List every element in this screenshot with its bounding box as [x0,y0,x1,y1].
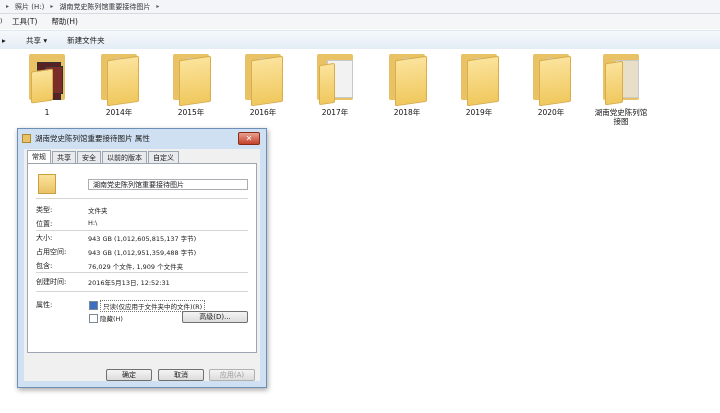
close-button[interactable]: ✕ [238,132,260,145]
type-value: 文件夹 [88,207,108,215]
ok-button[interactable]: 确定 [106,369,152,381]
breadcrumb-drive[interactable]: 照片 (H:) [15,2,44,12]
menu-arrow-icon: ) [0,18,3,25]
folder-icon [171,52,211,107]
hidden-checkbox[interactable] [89,314,98,323]
folder-item[interactable]: 2016年 [233,52,293,117]
folder-icon [22,133,31,143]
apply-button[interactable]: 应用(A) [209,369,255,381]
tab-sharing[interactable]: 共享 [52,151,76,163]
folder-label: 2016年 [249,108,277,117]
dialog-body: 常规 共享 安全 以前的版本 自定义 湖南党史陈列馆重要接待图片 类型: 文件夹… [24,149,260,381]
toolbar-arrow-icon: ▸ [2,35,6,45]
photo-folder-icon [27,52,67,104]
type-label: 类型: [36,206,53,214]
menu-tools[interactable]: 工具(T) [12,16,37,27]
size-on-disk-label: 占用空间: [36,248,67,256]
tab-previous-versions[interactable]: 以前的版本 [102,151,147,163]
tab-security[interactable]: 安全 [77,151,101,163]
document-folder-icon [601,52,641,106]
tab-customize[interactable]: 自定义 [148,151,179,163]
folder-label: 2017年 [321,108,349,117]
folder-label: 2018年 [393,108,421,117]
folder-icon [531,52,571,107]
tab-general[interactable]: 常规 [27,150,51,163]
contains-label: 包含: [36,262,53,270]
size-label: 大小: [36,234,53,242]
properties-dialog: 湖南党史陈列馆重要接待图片 属性 ✕ 常规 共享 安全 以前的版本 自定义 湖南… [17,128,267,388]
breadcrumb-folder[interactable]: 湖南党史陈列馆重要接待图片 [59,2,150,12]
folder-label: 2020年 [537,108,565,117]
folder-item[interactable]: 2017年 [305,52,365,117]
menu-bar: ) 工具(T) 帮助(H) [0,14,720,29]
advanced-button[interactable]: 高级(D)... [182,311,248,323]
folder-label: 2015年 [177,108,205,117]
folder-label: 2014年 [105,108,133,117]
readonly-checkbox[interactable] [89,301,98,310]
folder-item[interactable]: 2018年 [377,52,437,117]
folder-item[interactable]: 2020年 [521,52,581,117]
size-value: 943 GB (1,012,605,815,137 字节) [88,235,197,243]
attributes-label: 属性: [36,301,53,309]
folder-item[interactable]: 2014年 [89,52,149,117]
cancel-button[interactable]: 取消 [158,369,204,381]
folder-icon [459,52,499,107]
created-label: 创建时间: [36,278,67,286]
folder-item[interactable]: 湖南党史陈列馆 接图 [589,52,653,126]
folder-item[interactable]: 1 [17,52,77,117]
folder-icon [99,52,139,107]
size-on-disk-value: 943 GB (1,012,951,359,488 字节) [88,249,197,257]
general-panel: 湖南党史陈列馆重要接待图片 类型: 文件夹 位置: H:\ 大小: 943 GB… [27,163,257,353]
folder-icon [38,174,56,194]
hidden-label[interactable]: 隐藏(H) [100,313,123,323]
location-value: H:\ [88,219,98,227]
dialog-title: 湖南党史陈列馆重要接待图片 属性 [35,133,150,143]
contains-value: 76,029 个文件, 1,909 个文件夹 [88,263,184,271]
folder-icon [315,52,355,106]
folder-label: 湖南党史陈列馆 接图 [594,108,648,126]
folder-name-field[interactable]: 湖南党史陈列馆重要接待图片 [88,179,248,190]
chevron-right-icon: ▸ [50,3,54,10]
address-bar[interactable]: ▸ 照片 (H:) ▸ 湖南党史陈列馆重要接待图片 ▸ [0,0,720,14]
folder-icon [387,52,427,107]
folder-item[interactable]: 2019年 [449,52,509,117]
menu-help[interactable]: 帮助(H) [51,16,78,27]
dialog-titlebar[interactable]: 湖南党史陈列馆重要接待图片 属性 [18,129,266,147]
folder-item[interactable]: 2015年 [161,52,221,117]
created-value: 2016年5月13日, 12:52:31 [88,279,170,287]
share-button[interactable]: 共享 ▾ [20,33,53,48]
folder-label: 1 [44,108,50,117]
chevron-right-icon: ▸ [156,3,160,10]
folder-label: 2019年 [465,108,493,117]
toolbar: ▸ 共享 ▾ 新建文件夹 [0,30,720,50]
folder-icon [243,52,283,107]
location-label: 位置: [36,220,53,228]
new-folder-button[interactable]: 新建文件夹 [61,33,111,48]
chevron-right-icon: ▸ [6,3,10,10]
